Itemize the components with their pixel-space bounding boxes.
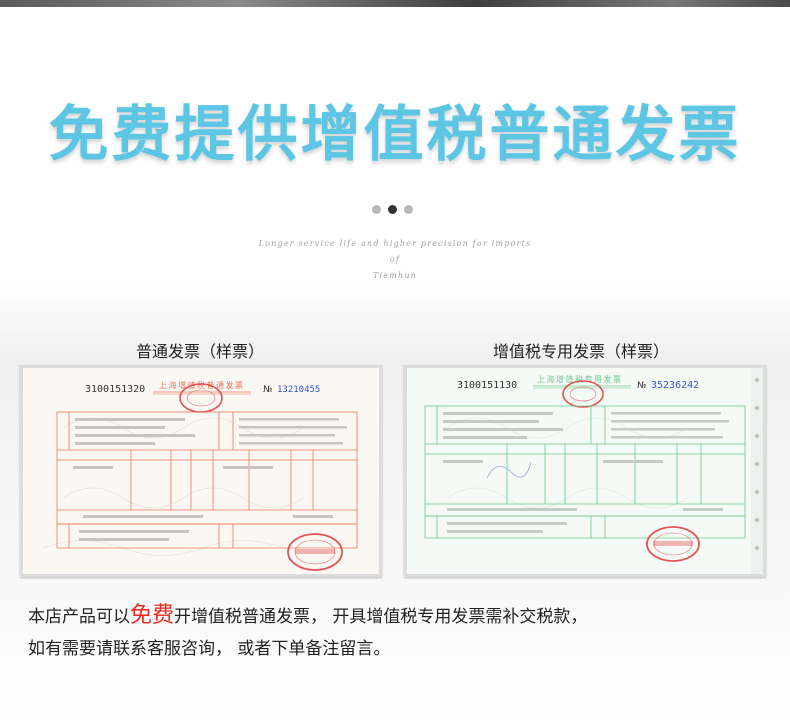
special-invoice-code: 3100151130 [457,380,517,391]
general-invoice-title: 上海增值税普通发票 [159,380,245,390]
special-invoice-image: 3100151130 上海增值税专用发票 № 35236242 [407,368,763,574]
invoice-note: 本店产品可以免费开增值税普通发票， 开具增值税专用发票需补交税款， 如有需要请联… [28,600,768,665]
page-headline: 免费提供增值税普通发票 [48,100,742,170]
tagline: Longer service life and higher precision… [255,236,535,284]
general-invoice-code: 3100151320 [85,384,145,395]
special-invoice-sample: 3100151130 上海增值税专用发票 № 35236242 [404,365,766,577]
note-text-before: 本店产品可以 [28,607,130,627]
special-invoice-caption: 增值税专用发票（样票） [493,342,670,361]
carousel-dots [372,205,413,215]
general-invoice-sample: 3100151320 上海增值税普通发票 № 13210455 [20,365,382,577]
carousel-dot-1[interactable] [372,205,381,214]
note-free-highlight: 免费 [130,603,175,628]
special-invoice-number: 35236242 [651,380,699,391]
carousel-dot-2[interactable] [388,205,397,214]
tagline-line-2: Tiemhun [372,271,418,280]
top-photo-strip [0,0,790,7]
invoice-note-line-2: 如有需要请联系客服咨询， 或者下单备注留言。 [28,639,391,659]
carousel-dot-3[interactable] [404,205,413,214]
general-invoice-number: 13210455 [277,385,320,395]
tagline-line-1: Longer service life and higher precision… [258,239,532,264]
special-invoice-title: 上海增值税专用发票 [537,374,623,384]
invoice-note-line-1: 本店产品可以免费开增值税普通发票， 开具增值税专用发票需补交税款， [28,600,768,633]
general-invoice-no-prefix: № [263,385,272,395]
note-text-after: 开增值税普通发票， 开具增值税专用发票需补交税款， [174,607,588,627]
general-invoice-caption: 普通发票（样票） [136,342,265,361]
special-invoice-no-prefix: № [637,381,646,391]
general-invoice-image: 3100151320 上海增值税普通发票 № 13210455 [23,368,379,574]
